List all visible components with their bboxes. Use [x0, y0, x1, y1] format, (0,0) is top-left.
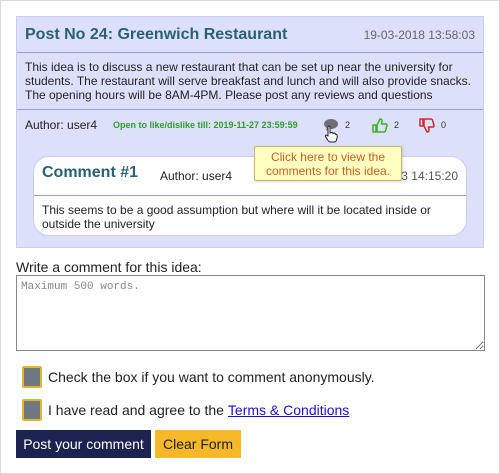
dislike-button[interactable]: 0 [419, 117, 446, 133]
clear-form-button[interactable]: Clear Form [155, 430, 241, 458]
comment-textarea[interactable] [16, 275, 485, 351]
thumbs-up-icon[interactable] [372, 117, 388, 133]
comment-body: This seems to be a good assumption but w… [42, 203, 431, 231]
post-divider [17, 109, 483, 110]
comment-date: 3 14:15:20 [401, 169, 458, 183]
post-author: Author: user4 [25, 118, 98, 132]
page-frame: Post No 24: Greenwich Restaurant 19-03-2… [0, 0, 500, 474]
post-comment-button[interactable]: Post your comment [16, 430, 151, 458]
open-till-label: Open to like/dislike till: 2019-11-27 23… [113, 120, 298, 130]
terms-checkbox[interactable] [22, 399, 42, 421]
terms-label: I have read and agree to the Terms & Cond… [48, 402, 349, 418]
post-body: This idea is to discuss a new restaurant… [25, 60, 472, 102]
anonymous-checkbox[interactable] [22, 366, 42, 388]
anonymous-row: Check the box if you want to comment ano… [22, 365, 375, 389]
comment-author: Author: user4 [160, 169, 233, 183]
anonymous-label: Check the box if you want to comment ano… [48, 369, 375, 385]
post-header: Post No 24: Greenwich Restaurant 19-03-2… [17, 17, 483, 53]
comment-form-label: Write a comment for this idea: [16, 259, 202, 275]
terms-row: I have read and agree to the Terms & Cond… [22, 398, 349, 422]
terms-link[interactable]: Terms & Conditions [228, 402, 349, 418]
likes-count: 2 [394, 120, 400, 130]
comments-tooltip: Click here to view the comments for this… [254, 146, 402, 181]
comment-divider [34, 195, 466, 196]
thumbs-down-icon[interactable] [419, 117, 435, 133]
post-title: Post No 24: Greenwich Restaurant [25, 26, 288, 43]
terms-prefix: I have read and agree to the [48, 402, 224, 418]
hand-cursor-icon [324, 125, 338, 143]
dislikes-count: 0 [441, 120, 447, 130]
comment-title: Comment #1 [42, 164, 139, 181]
post-date: 19-03-2018 13:58:03 [363, 28, 475, 42]
post-meta: Author: user4 Open to like/dislike till:… [17, 117, 483, 135]
post-card: Post No 24: Greenwich Restaurant 19-03-2… [16, 16, 484, 248]
like-button[interactable]: 2 [372, 117, 399, 133]
comments-count: 2 [345, 120, 351, 130]
